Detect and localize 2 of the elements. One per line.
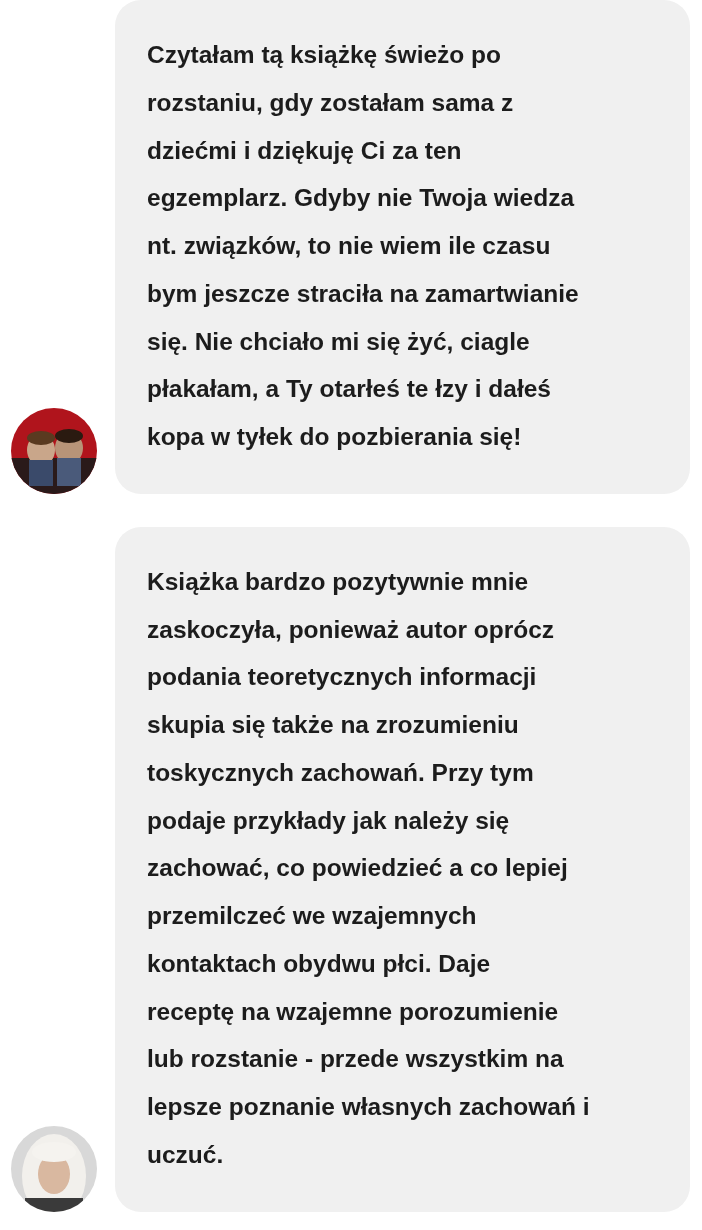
message-text: Książka bardzo pozytywnie mnie zaskoczyła, ponieważ autor oprócz podania teoretycznych informacji skupia się także na zrozumieniu toskycznych zachowań. Przy tym podaje przykłady jak należy się zachować, co powiedzieć a co lepiej przemilczeć we wzajemnych kontaktach obydwu płci. Daje receptę na wzajemne porozumienie lub rozstanie - przede wszystkim na lepsze poznanie własnych zachowań i uczuć.	[147, 566, 591, 1170]
message-text: Czytałam tą książkę świeżo po rozstaniu, gdy zostałam sama z dziećmi i dziękuję Ci za ten egzemplarz. Gdyby nie Twoja wiedza nt. związków, to nie wiem ile czasu bym jeszcze straciła na zamartwianie się. Nie chciało mi się żyć, ciagle płakałam, a Ty otarłeś te łzy i dałeś kopa w tyłek do pozbierania się!	[147, 40, 580, 452]
